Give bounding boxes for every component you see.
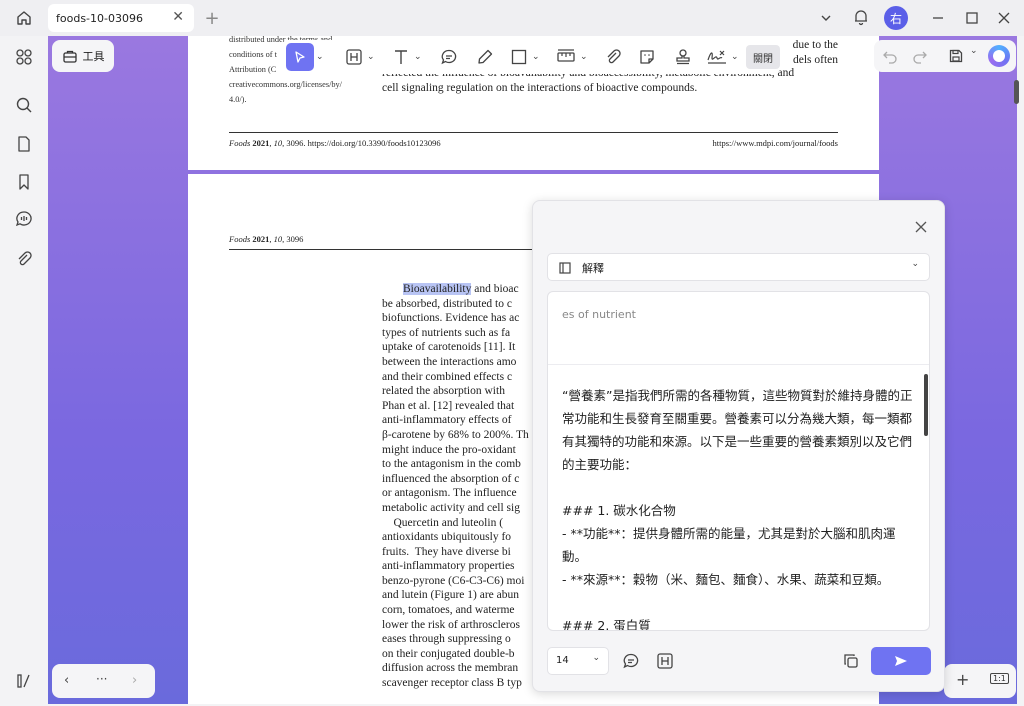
close-window-icon[interactable] xyxy=(994,8,1014,28)
chevron-down-icon[interactable]: ⌄ xyxy=(316,44,324,70)
redo-icon[interactable] xyxy=(912,48,928,68)
chevron-down-icon: ⌄ xyxy=(414,52,422,62)
chevron-down-icon[interactable] xyxy=(816,8,836,28)
page-footer-url[interactable]: https://www.mdpi.com/journal/foods xyxy=(712,138,838,148)
text-tool-button[interactable]: ⌄ xyxy=(392,44,422,70)
more-options-icon[interactable]: ··· xyxy=(96,672,107,686)
page-nav-pill: ‹ ··· › xyxy=(52,664,155,698)
avatar[interactable]: 右 xyxy=(884,6,908,30)
close-panel-icon[interactable] xyxy=(911,217,931,237)
text-highlight[interactable]: Bioavailability xyxy=(403,283,472,295)
license-line: creativecommons.org/licenses/by/ xyxy=(229,80,342,89)
attach-tool-button[interactable] xyxy=(604,44,622,70)
actual-size-button[interactable]: 1:1 xyxy=(990,673,1009,684)
chevron-down-icon: ⌄ xyxy=(532,52,540,62)
source-text: es of nutrient xyxy=(562,308,636,321)
stamp-icon xyxy=(676,49,690,65)
page-footer-citation: Foods 2021, 10, 3096. https://doi.org/10… xyxy=(229,138,441,148)
body-text-fragment: dels often xyxy=(792,54,838,66)
select-tool-button[interactable] xyxy=(286,43,314,71)
sticker-tool-button[interactable] xyxy=(638,44,656,70)
mode-select[interactable]: 解釋 ⌄ xyxy=(547,253,930,281)
stamp-tool-button[interactable] xyxy=(674,44,692,70)
body-text-line: cell signaling regulation on the interac… xyxy=(382,82,698,94)
book-icon xyxy=(558,260,572,279)
undo-icon[interactable] xyxy=(882,48,898,68)
top-right-actions: ⌄ xyxy=(874,40,1016,72)
signature-icon xyxy=(707,50,726,64)
title-bar: foods-10-03096 ✕ + 右 xyxy=(0,0,1024,36)
prev-page-icon[interactable]: ‹ xyxy=(64,673,69,688)
license-line: 4.0/). xyxy=(229,95,247,104)
home-icon[interactable] xyxy=(12,6,36,30)
body-text: Bioavailability and bioac be absorbed, d… xyxy=(382,283,529,690)
zoom-pill: + 1:1 xyxy=(944,664,1016,698)
left-sidebar xyxy=(0,36,48,706)
attachment-icon[interactable] xyxy=(13,248,35,270)
result-box: es of nutrient “營養素”是指我們所需的各種物質，這些物質對於維持… xyxy=(547,291,930,631)
tools-button[interactable]: 工具 xyxy=(52,40,114,72)
chevron-down-icon: ⌄ xyxy=(367,52,375,62)
sidebar-toggle-icon[interactable] xyxy=(13,670,35,692)
paperclip-icon xyxy=(607,49,621,64)
chevron-down-icon: ⌄ xyxy=(592,653,600,663)
close-tab-icon[interactable]: ✕ xyxy=(172,9,184,25)
answer-text: “營養素”是指我們所需的各種物質，這些物質對於維持身體的正 常功能和生長發育至關… xyxy=(562,388,913,631)
page-icon[interactable] xyxy=(13,133,35,155)
cursor-icon xyxy=(295,51,305,63)
rectangle-icon xyxy=(511,49,527,65)
chevron-down-icon: ⌄ xyxy=(580,52,588,62)
mode-label: 解釋 xyxy=(582,262,604,275)
highlight-icon[interactable] xyxy=(655,651,675,671)
bookmark-icon[interactable] xyxy=(13,171,35,193)
font-size-select[interactable]: 14 ⌄ xyxy=(547,647,609,675)
save-icon[interactable] xyxy=(948,48,964,68)
comment-icon[interactable] xyxy=(13,208,35,230)
chevron-down-icon[interactable]: ⌄ xyxy=(970,46,978,56)
bell-icon[interactable] xyxy=(850,6,872,28)
document-tab[interactable]: foods-10-03096 ✕ xyxy=(48,4,194,32)
next-page-icon[interactable]: › xyxy=(132,673,137,688)
tab-title: foods-10-03096 xyxy=(56,11,143,25)
copy-icon[interactable] xyxy=(841,651,861,671)
highlight-icon xyxy=(346,49,362,65)
body-text-fragment: due to the xyxy=(792,39,838,51)
sticker-icon xyxy=(640,50,654,64)
measure-tool-button[interactable]: ⌄ xyxy=(556,44,588,70)
zoom-in-icon[interactable]: + xyxy=(956,670,969,689)
close-toolbar-button[interactable]: 關閉 xyxy=(746,45,780,69)
new-tab-icon[interactable]: + xyxy=(202,6,222,30)
document-scrollbar[interactable] xyxy=(1014,80,1019,104)
result-scrollbar[interactable] xyxy=(924,374,928,436)
text-icon xyxy=(395,50,407,64)
note-icon xyxy=(441,49,457,65)
ai-assistant-icon[interactable] xyxy=(988,45,1010,67)
minimize-icon[interactable] xyxy=(928,8,948,28)
signature-tool-button[interactable]: ⌄ xyxy=(706,44,739,70)
note-tool-button[interactable] xyxy=(440,44,458,70)
add-note-icon[interactable] xyxy=(621,651,641,671)
shape-tool-button[interactable]: ⌄ xyxy=(510,44,540,70)
toolbox-icon xyxy=(62,50,77,63)
ai-explain-panel: 解釋 ⌄ es of nutrient “營養素”是指我們所需的各種物質，這些物… xyxy=(532,200,945,692)
chevron-down-icon: ⌄ xyxy=(731,52,739,62)
page-header-citation: Foods 2021, 10, 3096 xyxy=(229,234,304,244)
send-icon xyxy=(895,656,907,666)
chevron-down-icon: ⌄ xyxy=(911,259,919,269)
pen-icon xyxy=(478,49,493,64)
search-icon[interactable] xyxy=(13,94,35,116)
send-button[interactable] xyxy=(871,647,931,675)
pen-tool-button[interactable] xyxy=(476,44,494,70)
highlight-tool-button[interactable]: ⌄ xyxy=(345,44,375,70)
ruler-icon xyxy=(557,49,575,62)
thumbnails-icon[interactable] xyxy=(13,46,35,68)
maximize-icon[interactable] xyxy=(962,8,982,28)
